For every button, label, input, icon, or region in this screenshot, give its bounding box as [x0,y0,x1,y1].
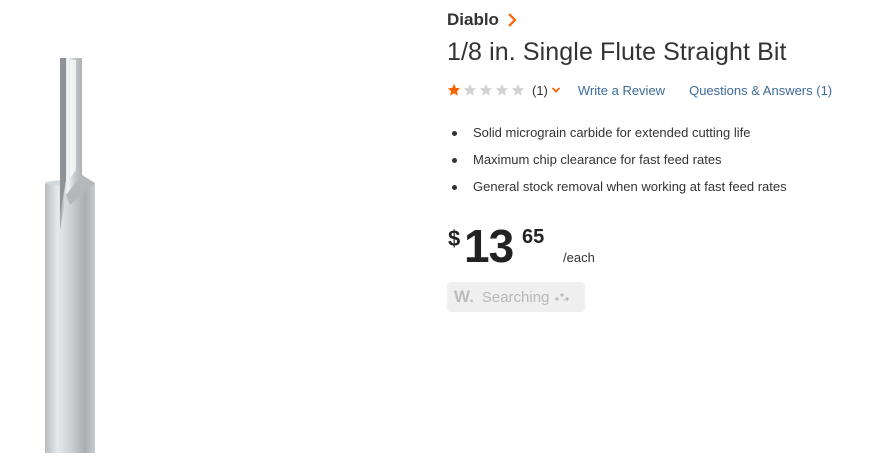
feature-bullet: Maximum chip clearance for fast feed rat… [447,151,787,178]
star-filled-icon [447,83,461,96]
brand-row[interactable]: Diablo [447,9,519,31]
feature-bullets: Solid micrograin carbide for extended cu… [447,124,787,205]
star-empty-icon [495,83,509,96]
rating-row: (1) Write a Review Questions & Answers (… [447,81,832,99]
star-empty-icon [479,83,493,96]
chevron-right-icon [508,13,517,27]
price-unit: /each [563,250,595,265]
bullet-icon [452,185,457,190]
star-rating[interactable] [447,83,527,97]
star-empty-icon [463,83,477,96]
searching-status: Searching [481,288,550,306]
searching-widget[interactable]: W. Searching [447,282,585,312]
bullet-icon [452,131,457,136]
review-count[interactable]: (1) [532,83,548,98]
feature-text: Solid micrograin carbide for extended cu… [473,125,751,140]
feature-bullet: Solid micrograin carbide for extended cu… [447,124,787,151]
price-currency: $ [448,226,461,251]
price-cents: 65 [522,226,545,248]
feature-bullet: General stock removal when working at fa… [447,178,787,205]
product-title: 1/8 in. Single Flute Straight Bit [447,38,787,66]
brand-link[interactable]: Diablo [447,10,499,30]
star-empty-icon [511,83,525,96]
router-bit-image [45,58,95,455]
widget-logo: W. [454,287,474,306]
feature-text: General stock removal when working at fa… [473,179,787,194]
loading-dots-icon [555,293,569,301]
bullet-icon [452,158,457,163]
write-review-link[interactable]: Write a Review [578,83,665,98]
questions-answers-link[interactable]: Questions & Answers (1) [689,83,832,98]
feature-text: Maximum chip clearance for fast feed rat… [473,152,722,167]
chevron-down-icon[interactable] [551,85,561,95]
price-dollars: 13 [464,220,514,272]
product-image[interactable] [0,0,440,455]
